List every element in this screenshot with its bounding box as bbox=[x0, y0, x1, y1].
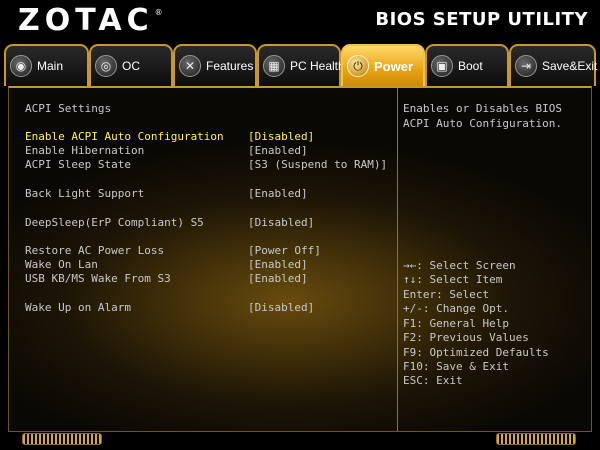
setting-label: Restore AC Power Loss bbox=[25, 244, 165, 257]
lock-icon: ▣ bbox=[431, 55, 453, 77]
setting-wake-on-lan[interactable]: Wake On Lan [Enabled] bbox=[25, 258, 389, 272]
key-hint: +/-: Change Opt. bbox=[403, 302, 509, 315]
tab-oc[interactable]: ◎ OC bbox=[89, 44, 173, 86]
utility-title: BIOS SETUP UTILITY bbox=[375, 9, 588, 30]
key-hint: F10: Save & Exit bbox=[403, 360, 509, 373]
setting-value[interactable]: [Disabled] bbox=[248, 216, 314, 229]
setting-value[interactable]: [Enabled] bbox=[248, 272, 308, 285]
settings-pane: ACPI Settings Enable ACPI Auto Configura… bbox=[9, 88, 397, 431]
setting-label: Wake On Lan bbox=[25, 258, 98, 271]
tab-bar: ◉ Main ◎ OC ✕ Features ▦ PC Health ⏻ Pow… bbox=[0, 42, 600, 86]
tab-label: PC Health bbox=[290, 59, 345, 73]
exit-icon: ⇥ bbox=[515, 55, 537, 77]
setting-restore-ac-power[interactable]: Restore AC Power Loss [Power Off] bbox=[25, 244, 389, 258]
setting-acpi-auto-config[interactable]: Enable ACPI Auto Configuration [Disabled… bbox=[25, 130, 389, 144]
setting-label: USB KB/MS Wake From S3 bbox=[25, 272, 171, 285]
setting-value[interactable]: [Disabled] bbox=[248, 301, 314, 314]
trademark-mark: ® bbox=[154, 8, 163, 17]
setting-label: DeepSleep(ErP Compliant) S5 bbox=[25, 216, 204, 229]
power-icon: ⏻ bbox=[347, 55, 369, 77]
tab-features[interactable]: ✕ Features bbox=[173, 44, 257, 86]
setting-value[interactable]: [S3 (Suspend to RAM)] bbox=[248, 158, 387, 171]
logo-text: ZOTAC bbox=[18, 3, 154, 38]
chip-icon: ▦ bbox=[263, 55, 285, 77]
setting-value[interactable]: [Power Off] bbox=[248, 244, 321, 257]
setting-hibernation[interactable]: Enable Hibernation [Enabled] bbox=[25, 144, 389, 158]
setting-value[interactable]: [Disabled] bbox=[248, 130, 314, 143]
setting-back-light[interactable]: Back Light Support [Enabled] bbox=[25, 187, 389, 201]
setting-value[interactable]: [Enabled] bbox=[248, 258, 308, 271]
gauge-icon: ◎ bbox=[95, 55, 117, 77]
tab-label: OC bbox=[122, 59, 140, 73]
main-panel: ACPI Settings Enable ACPI Auto Configura… bbox=[8, 86, 592, 432]
header-bar: ZOTAC ® BIOS SETUP UTILITY bbox=[0, 0, 600, 42]
setting-label: ACPI Sleep State bbox=[25, 158, 131, 171]
key-hint: F1: General Help bbox=[403, 317, 509, 330]
disc-icon: ◉ bbox=[10, 55, 32, 77]
setting-label: Back Light Support bbox=[25, 187, 145, 200]
tab-label: Boot bbox=[458, 59, 483, 73]
help-description: Enables or Disables BIOS ACPI Auto Confi… bbox=[403, 102, 569, 130]
key-hint: ESC: Exit bbox=[403, 374, 463, 387]
key-hint: Enter: Select bbox=[403, 288, 490, 301]
tab-save-exit[interactable]: ⇥ Save&Exit bbox=[509, 44, 598, 86]
setting-wake-on-alarm[interactable]: Wake Up on Alarm [Disabled] bbox=[25, 301, 389, 315]
tab-label: Main bbox=[37, 59, 64, 73]
help-pane: Enables or Disables BIOS ACPI Auto Confi… bbox=[398, 88, 593, 431]
key-hint: F9: Optimized Defaults bbox=[403, 346, 549, 359]
tools-icon: ✕ bbox=[179, 55, 201, 77]
tab-pc-health[interactable]: ▦ PC Health bbox=[257, 44, 345, 86]
key-hint: ↑↓: Select Item bbox=[403, 273, 503, 286]
tab-boot[interactable]: ▣ Boot bbox=[425, 44, 509, 86]
setting-label: Wake Up on Alarm bbox=[25, 301, 131, 314]
tab-label: Power bbox=[374, 58, 414, 74]
tab-power[interactable]: ⏻ Power bbox=[341, 44, 425, 86]
tab-label: Features bbox=[206, 59, 254, 73]
right-vent-decoration bbox=[496, 433, 576, 445]
setting-deepsleep[interactable]: DeepSleep(ErP Compliant) S5 [Disabled] bbox=[25, 216, 389, 230]
setting-value[interactable]: [Enabled] bbox=[248, 144, 308, 157]
setting-acpi-sleep-state[interactable]: ACPI Sleep State [S3 (Suspend to RAM)] bbox=[25, 158, 389, 172]
setting-usb-wake[interactable]: USB KB/MS Wake From S3 [Enabled] bbox=[25, 272, 389, 286]
tab-label: Save&Exit bbox=[542, 59, 598, 73]
section-title: ACPI Settings bbox=[25, 102, 112, 115]
setting-label: Enable Hibernation bbox=[25, 144, 145, 157]
setting-value[interactable]: [Enabled] bbox=[248, 187, 308, 200]
left-vent-decoration bbox=[22, 433, 102, 445]
tab-main[interactable]: ◉ Main bbox=[4, 44, 89, 86]
setting-label: Enable ACPI Auto Configuration bbox=[25, 130, 224, 143]
key-hint: →←: Select Screen bbox=[403, 259, 516, 272]
zotac-logo: ZOTAC ® bbox=[18, 2, 163, 40]
key-hint: F2: Previous Values bbox=[403, 331, 529, 344]
